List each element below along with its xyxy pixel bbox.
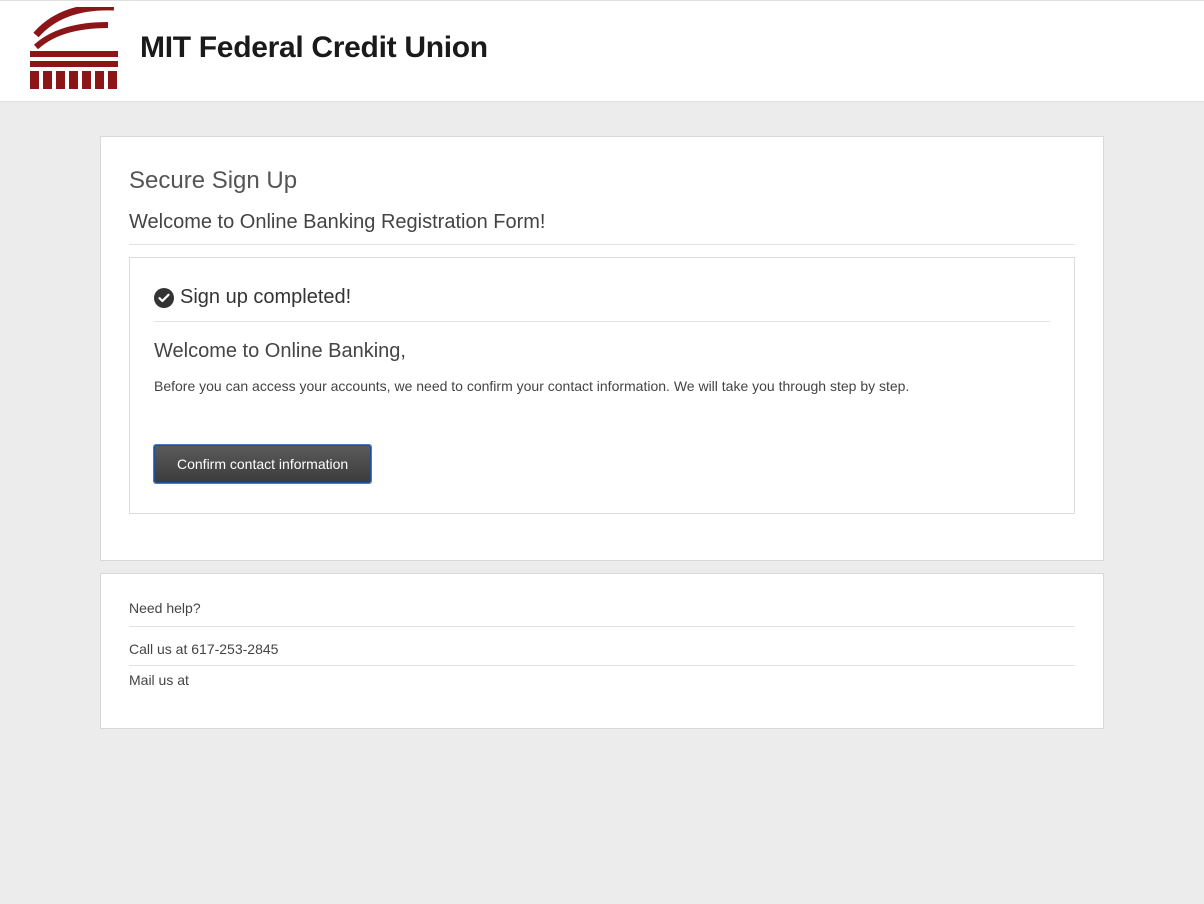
confirm-contact-button[interactable]: Confirm contact information <box>154 445 371 483</box>
page-subtitle: Welcome to Online Banking Registration F… <box>129 211 1075 245</box>
help-call-row: Call us at 617-253-2845 <box>129 635 1075 666</box>
help-card: Need help? Call us at 617-253-2845 Mail … <box>100 573 1104 729</box>
check-circle-icon <box>154 288 174 308</box>
help-title: Need help? <box>129 600 1075 627</box>
page-title: Secure Sign Up <box>129 167 1075 195</box>
help-mail-row: Mail us at <box>129 666 1075 688</box>
brand-logo <box>30 7 118 89</box>
welcome-heading: Welcome to Online Banking, <box>154 340 1050 363</box>
signup-card: Secure Sign Up Welcome to Online Banking… <box>100 136 1104 561</box>
brand-title: MIT Federal Credit Union <box>140 31 488 65</box>
status-text: Sign up completed! <box>180 286 351 309</box>
status-row: Sign up completed! <box>154 286 1050 322</box>
page-header: MIT Federal Credit Union <box>0 0 1204 102</box>
status-panel: Sign up completed! Welcome to Online Ban… <box>129 257 1075 514</box>
content: Secure Sign Up Welcome to Online Banking… <box>0 102 1204 759</box>
instruction-text: Before you can access your accounts, we … <box>154 377 1050 397</box>
